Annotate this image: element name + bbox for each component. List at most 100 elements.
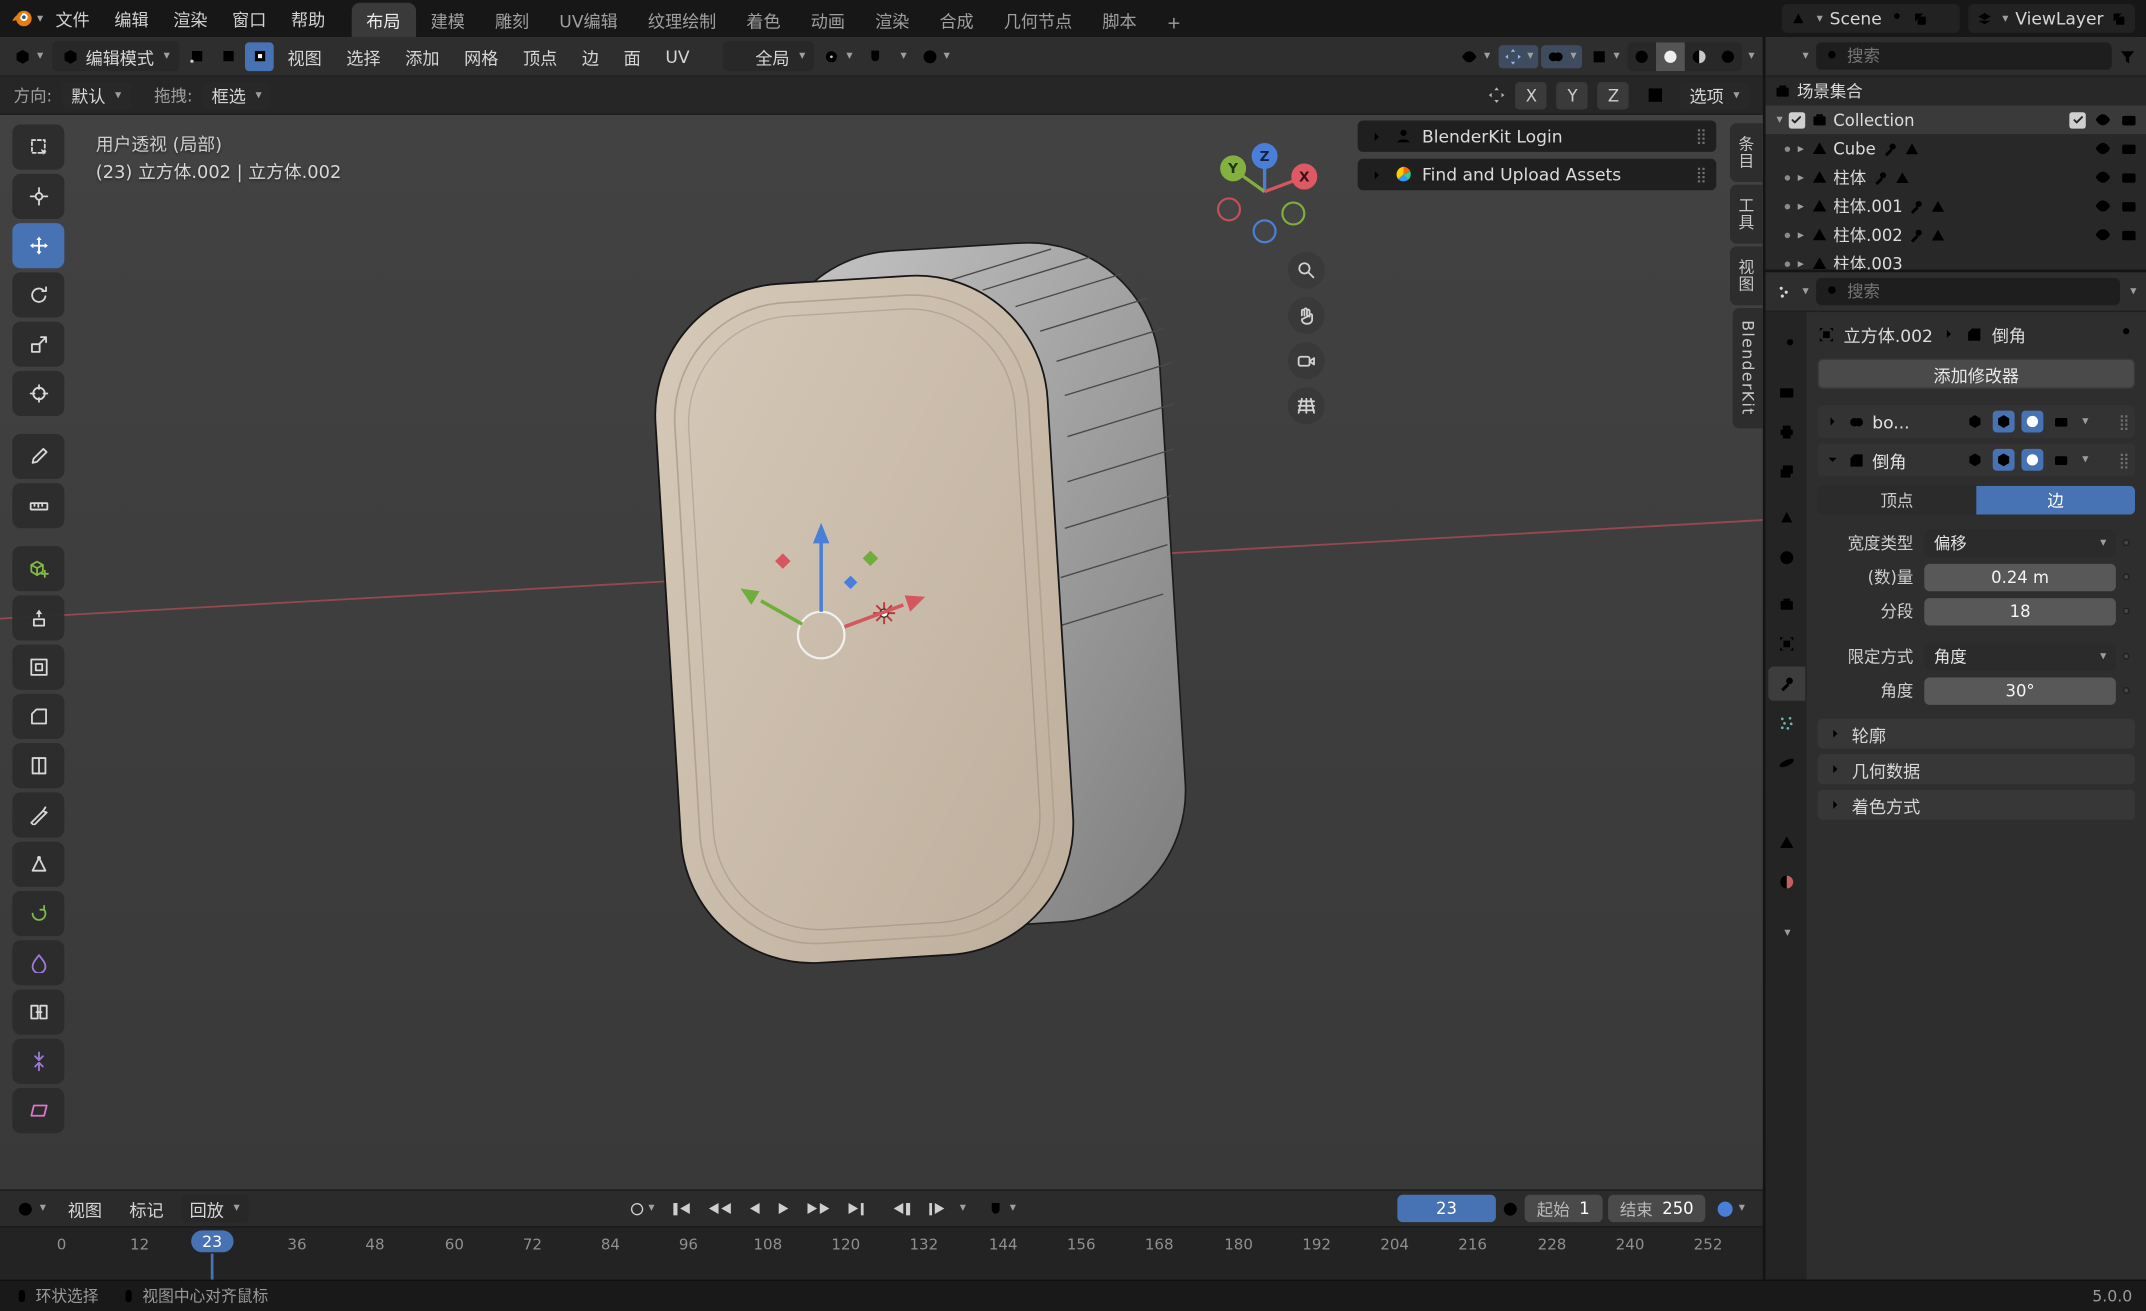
shading-material-button[interactable] xyxy=(1685,42,1714,71)
eye-icon[interactable] xyxy=(2094,140,2112,158)
show-visibility-button[interactable]: ▾ xyxy=(1455,44,1495,67)
toggle-realtime[interactable] xyxy=(1993,411,2015,433)
tool-rotate[interactable] xyxy=(12,272,64,317)
vp-menu-face[interactable]: 面 xyxy=(613,39,652,73)
pin-icon[interactable] xyxy=(2117,325,2135,343)
playback-dropdown[interactable]: 回放 ▾ xyxy=(180,1195,249,1222)
add-modifier-button[interactable]: 添加修改器 xyxy=(1818,359,2136,389)
tool-measure[interactable] xyxy=(12,483,64,528)
tab-scripting[interactable]: 脚本 xyxy=(1087,3,1151,37)
outliner-row-cylinder-002[interactable]: ▾ 柱体.002 xyxy=(1766,220,2146,249)
snap-grid-icon[interactable] xyxy=(1647,86,1665,104)
perspective-toggle-button[interactable] xyxy=(1288,387,1325,424)
tab-tool[interactable] xyxy=(1768,328,1805,362)
camera-view-button[interactable] xyxy=(1288,342,1325,379)
navigation-gizmo[interactable]: Z Y X xyxy=(1196,123,1333,265)
jump-to-end-button[interactable] xyxy=(841,1197,870,1220)
vp-menu-select[interactable]: 选择 xyxy=(335,39,391,73)
tab-view-layer[interactable] xyxy=(1768,454,1805,488)
close-icon[interactable] xyxy=(1935,10,1951,26)
frame-end-field[interactable]: 结束 250 xyxy=(1608,1195,1706,1222)
tool-transform[interactable] xyxy=(12,371,64,416)
section-profile[interactable]: 轮廓 xyxy=(1818,719,2136,749)
sidebar-tab-blenderkit[interactable]: BlenderKit xyxy=(1733,308,1763,428)
direction-dropdown[interactable]: 默认 ▾ xyxy=(62,81,131,108)
eye-icon[interactable] xyxy=(2094,197,2112,215)
tab-shading[interactable]: 着色 xyxy=(731,3,795,37)
section-shading[interactable]: 着色方式 xyxy=(1818,790,2136,820)
menu-window[interactable]: 窗口 xyxy=(220,1,279,35)
menu-edit[interactable]: 编辑 xyxy=(102,1,161,35)
tool-extrude[interactable] xyxy=(12,595,64,640)
view-layer-selector[interactable]: ▾ ViewLayer xyxy=(1968,4,2135,33)
section-geometry[interactable]: 几何数据 xyxy=(1818,754,2136,784)
timeline-snap-button[interactable]: ▾ xyxy=(980,1194,1023,1223)
tab-object[interactable] xyxy=(1768,627,1805,661)
camera-icon[interactable] xyxy=(2120,226,2138,244)
sidebar-tab-view[interactable]: 视图 xyxy=(1730,246,1763,305)
amount-field[interactable]: 0.24 m xyxy=(1924,563,2116,590)
stopwatch-icon[interactable] xyxy=(1501,1200,1519,1218)
modifier-name[interactable]: bo... xyxy=(1872,411,1909,432)
outliner-editor-icon[interactable] xyxy=(1775,47,1793,65)
tab-world[interactable] xyxy=(1768,541,1805,575)
tool-loop-cut[interactable] xyxy=(12,743,64,788)
camera-icon[interactable] xyxy=(2120,140,2138,158)
current-frame-field[interactable]: 23 xyxy=(1397,1195,1496,1222)
axis-x-button[interactable]: X xyxy=(1516,81,1547,108)
editor-type-button[interactable]: ▾ xyxy=(8,44,48,67)
copy-icon[interactable] xyxy=(1912,10,1928,26)
vp-menu-uv[interactable]: UV xyxy=(654,42,700,71)
tab-output[interactable] xyxy=(1768,415,1805,449)
mode-dropdown[interactable]: 编辑模式 ▾ xyxy=(51,41,179,71)
tab-sculpting[interactable]: 雕刻 xyxy=(480,3,544,37)
vp-menu-view[interactable]: 视图 xyxy=(277,39,333,73)
eye-icon[interactable] xyxy=(2094,168,2112,186)
properties-editor-icon[interactable] xyxy=(1775,283,1793,301)
chevron-right-icon[interactable] xyxy=(1824,413,1840,429)
outliner-row-cylinder-001[interactable]: ▾ 柱体.001 xyxy=(1766,192,2146,221)
tool-annotate[interactable] xyxy=(12,434,64,479)
outliner-row-scene-collection[interactable]: 场景集合 xyxy=(1766,77,2146,106)
scene-selector[interactable]: ▾ Scene xyxy=(1782,4,1959,33)
close-icon[interactable] xyxy=(2095,413,2111,429)
affect-edges-button[interactable]: 边 xyxy=(1976,486,2135,515)
axis-neg-x-ball[interactable] xyxy=(1218,198,1240,220)
add-workspace-button[interactable]: + xyxy=(1152,8,1196,37)
show-gizmo-button[interactable]: ▾ xyxy=(1498,44,1538,67)
modifier-row-bevel[interactable]: 倒角 ▾ ⣿ xyxy=(1818,443,2136,476)
tool-add-cube[interactable] xyxy=(12,546,64,591)
grip-icon[interactable]: ⣿ xyxy=(1696,166,1706,184)
extras-chevron-icon[interactable]: ▾ xyxy=(2082,415,2088,429)
pan-button[interactable] xyxy=(1288,297,1325,334)
shading-solid-button[interactable] xyxy=(1657,42,1686,71)
playback-sync-button[interactable]: ▾ xyxy=(1711,1195,1751,1221)
blender-logo-icon[interactable] xyxy=(11,7,34,30)
grip-icon[interactable]: ⣿ xyxy=(2119,451,2129,469)
snap-toggle[interactable] xyxy=(861,44,890,67)
next-keyframe-button[interactable] xyxy=(800,1198,836,1220)
collection-exclude-checkbox[interactable] xyxy=(2069,112,2085,128)
tool-edge-slide[interactable] xyxy=(12,990,64,1035)
vp-menu-vertex[interactable]: 顶点 xyxy=(512,39,568,73)
grip-icon[interactable]: ⣿ xyxy=(2119,413,2129,431)
tab-texture-paint[interactable]: 纹理绘制 xyxy=(633,3,732,37)
eye-icon[interactable] xyxy=(2094,111,2112,129)
eye-icon[interactable] xyxy=(2094,226,2112,244)
axis-neg-z-ball[interactable] xyxy=(1254,220,1276,242)
tool-scale[interactable] xyxy=(12,322,64,367)
outliner-row-collection[interactable]: ▾ Collection xyxy=(1766,105,2146,134)
camera-icon[interactable] xyxy=(2120,111,2138,129)
show-overlays-button[interactable]: ▾ xyxy=(1542,44,1582,67)
transform-axes-icon[interactable] xyxy=(1488,86,1506,104)
frame-step-back-button[interactable] xyxy=(887,1197,916,1220)
tool-shrink-fatten[interactable] xyxy=(12,1039,64,1084)
toggle-edit-mode[interactable] xyxy=(1965,449,1987,471)
tab-animation[interactable]: 动画 xyxy=(796,3,860,37)
tab-object-data[interactable] xyxy=(1768,825,1805,859)
face-select-toggle[interactable] xyxy=(245,42,274,71)
options-dropdown[interactable]: 选项 ▾ xyxy=(1680,81,1749,108)
toggle-viewport[interactable] xyxy=(2022,411,2044,433)
zoom-button[interactable] xyxy=(1288,252,1325,289)
sidebar-tab-tool[interactable]: 工具 xyxy=(1730,185,1763,244)
